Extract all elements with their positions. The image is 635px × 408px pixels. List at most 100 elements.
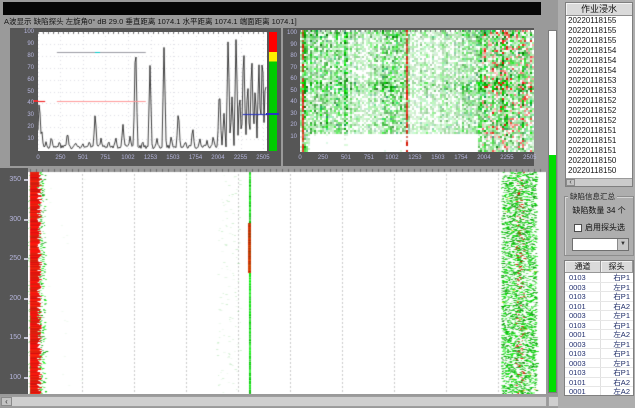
defect-table-row[interactable]: 0003左P1	[565, 340, 633, 350]
cell-channel: 0003	[565, 311, 601, 320]
defect-table-row[interactable]: 0003左P1	[565, 311, 633, 321]
tick-label: 751	[94, 155, 116, 161]
tick-label: 1754	[450, 155, 472, 161]
job-list: 作业浸水 20220118155202201181552022011815520…	[565, 2, 633, 187]
tick-label: 60	[14, 77, 34, 83]
job-list-item[interactable]: 20220118153	[566, 86, 632, 96]
tick-label: 100	[284, 30, 297, 36]
tick-label: 90	[14, 41, 34, 47]
defect-table-body: 0103右P10003左P10103右P10101右A20003左P10103右…	[565, 273, 633, 396]
cscan-y-axis: 350300250200150100	[0, 168, 28, 394]
tick-label: 0	[289, 155, 311, 161]
job-list-item[interactable]: 20220118155	[566, 36, 632, 46]
tick-label: 250	[312, 155, 334, 161]
defect-table-row[interactable]: 0001左A2	[565, 387, 633, 396]
probe-filter-checkbox[interactable]	[574, 224, 582, 232]
cell-probe: 左A2	[601, 387, 633, 396]
job-list-item[interactable]: 20220118151	[566, 136, 632, 146]
blue-gate-marker	[266, 113, 279, 115]
cell-probe: 右P1	[601, 368, 633, 377]
tick-label: 150	[0, 334, 21, 341]
job-list-header: 作业浸水	[566, 3, 632, 16]
job-list-item[interactable]: 20220118155	[566, 26, 632, 36]
tick-label: 100	[14, 29, 34, 35]
tick-label: 90	[284, 42, 297, 48]
defect-table-row[interactable]: 0103右P1	[565, 292, 633, 302]
job-list-item[interactable]: 20220118154	[566, 46, 632, 56]
tick-label: 50	[284, 88, 297, 94]
job-list-item[interactable]: 20220118151	[566, 126, 632, 136]
tick-label: 350	[0, 176, 21, 183]
level-indicator-strip	[548, 30, 557, 393]
column-header-channel[interactable]: 通道	[565, 261, 601, 273]
main-horizontal-scrollbar[interactable]: ‹	[0, 396, 547, 407]
defect-table-row[interactable]: 0103右P1	[565, 273, 633, 283]
job-list-item[interactable]: 20220118154	[566, 56, 632, 66]
tick-label: 501	[335, 155, 357, 161]
tick-label: 30	[14, 112, 34, 118]
tick-label: 1253	[140, 155, 162, 161]
tick-label: 250	[49, 155, 71, 161]
defect-table-row[interactable]: 0103右P1	[565, 368, 633, 378]
defect-table-header: 通道 探头	[565, 261, 633, 273]
tick-label: 2004	[473, 155, 495, 161]
ascan-plot[interactable]	[38, 32, 267, 151]
tick-label: 40	[14, 100, 34, 106]
job-list-item[interactable]: 20220118152	[566, 96, 632, 106]
cell-probe: 右A2	[601, 378, 633, 387]
tick-label: 1002	[117, 155, 139, 161]
tick-label: 1754	[185, 155, 207, 161]
tick-label: 1503	[162, 155, 184, 161]
tick-label: 200	[0, 295, 21, 302]
app-window: A波显示 缺陷探头 左旋角0° dB 29.0 垂直距离 1074.1 水平距离…	[0, 0, 635, 408]
column-header-probe[interactable]: 探头	[601, 261, 633, 273]
defect-table-row[interactable]: 0103右P1	[565, 321, 633, 331]
tick-label: 30	[284, 111, 297, 117]
dropdown-arrow-icon[interactable]: ▼	[617, 239, 628, 250]
defect-table: 通道 探头 0103右P10003左P10103右P10101右A20003左P…	[564, 260, 634, 396]
bscan-plot[interactable]	[300, 30, 534, 152]
cell-channel: 0003	[565, 359, 601, 368]
cell-channel: 0103	[565, 368, 601, 377]
cell-channel: 0103	[565, 292, 601, 301]
tick-label: 80	[284, 53, 297, 59]
job-list-item[interactable]: 20220118153	[566, 76, 632, 86]
job-list-item[interactable]: 20220118155	[566, 16, 632, 26]
cscan-plot[interactable]	[28, 168, 546, 394]
tick-label: 80	[14, 53, 34, 59]
tick-label: 2505	[252, 155, 274, 161]
cell-channel: 0001	[565, 387, 601, 396]
probe-filter-row[interactable]: 启用探头选	[574, 222, 633, 233]
tick-label: 2255	[230, 155, 252, 161]
job-list-scrollbar[interactable]: ‹	[566, 178, 632, 186]
job-list-item[interactable]: 20220118154	[566, 66, 632, 76]
defect-table-row[interactable]: 0001左A2	[565, 330, 633, 340]
tick-label: 10	[284, 134, 297, 140]
job-list-items: 2022011815520220118155202201181552022011…	[566, 16, 632, 178]
job-list-item[interactable]: 20220118150	[566, 156, 632, 166]
cell-probe: 右P1	[601, 292, 633, 301]
cell-probe: 右A2	[601, 302, 633, 311]
tick-label: 40	[284, 99, 297, 105]
defect-table-row[interactable]: 0003左P1	[565, 283, 633, 293]
job-list-item[interactable]: 20220118152	[566, 116, 632, 126]
tick-label: 2255	[496, 155, 518, 161]
job-list-item[interactable]: 20220118150	[566, 166, 632, 176]
job-list-item[interactable]: 20220118152	[566, 106, 632, 116]
probe-select-dropdown[interactable]: ▼	[572, 238, 629, 251]
amplitude-colorbar	[269, 32, 277, 151]
tick-label: 250	[0, 255, 21, 262]
defect-table-row[interactable]: 0101右A2	[565, 378, 633, 388]
job-list-scroll-left-arrow-icon[interactable]: ‹	[566, 179, 575, 186]
measurement-info-text: A波显示 缺陷探头 左旋角0° dB 29.0 垂直距离 1074.1 水平距离…	[4, 16, 552, 27]
job-list-item[interactable]: 20220118151	[566, 146, 632, 156]
defect-table-row[interactable]: 0003左P1	[565, 359, 633, 369]
tick-label: 50	[14, 89, 34, 95]
scroll-left-arrow-icon[interactable]: ‹	[1, 397, 12, 406]
tick-label: 0	[27, 155, 49, 161]
defect-table-row[interactable]: 0101右A2	[565, 302, 633, 312]
defect-table-row[interactable]: 0103右P1	[565, 349, 633, 359]
cell-probe: 左P1	[601, 283, 633, 292]
defect-count-text: 缺陷数量 34 个	[565, 205, 633, 216]
tick-label: 2004	[207, 155, 229, 161]
